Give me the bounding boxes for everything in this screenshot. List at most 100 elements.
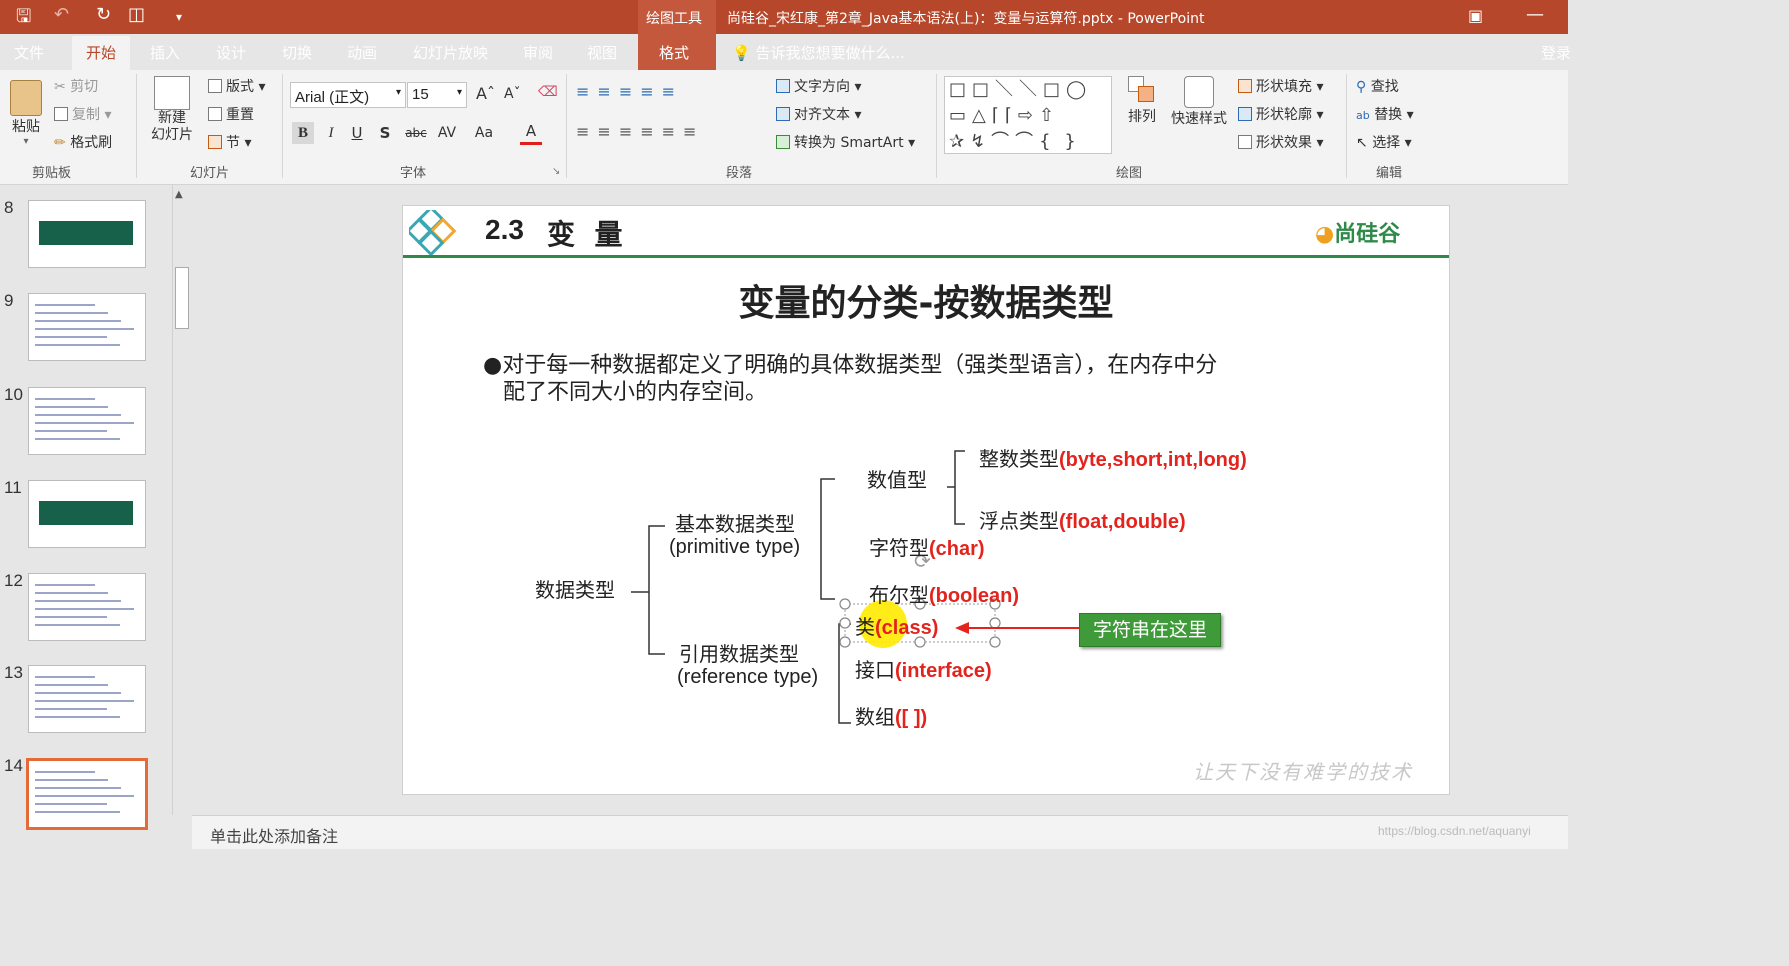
grow-font-icon[interactable]: Aˆ xyxy=(476,84,495,103)
thumbnail-text-line xyxy=(35,430,107,432)
clear-format-icon[interactable]: ⌫ xyxy=(538,84,558,100)
thumbnail-text-line xyxy=(35,584,95,586)
redo-icon[interactable]: ↻ xyxy=(96,4,111,25)
underline-button[interactable]: U xyxy=(346,122,368,144)
shape-fill-button[interactable]: 形状填充 ▾ xyxy=(1238,76,1323,96)
char-spacing-button[interactable]: AV xyxy=(432,122,462,144)
replace-label: 替换 xyxy=(1374,107,1403,123)
save-icon[interactable]: 🖫 xyxy=(16,4,31,34)
scissors-icon: ✂ xyxy=(54,79,66,95)
group-label-font: 字体 xyxy=(400,166,427,181)
smartart-label: 转换为 SmartArt xyxy=(794,135,904,151)
font-name-combo[interactable]: Arial (正文) ▾ xyxy=(290,82,406,108)
thumbnail-text-line xyxy=(35,312,108,314)
cut-button[interactable]: ✂ 剪切 xyxy=(54,76,98,96)
bold-button[interactable]: B xyxy=(292,122,314,144)
find-button[interactable]: ⚲ 查找 xyxy=(1356,76,1399,96)
tab-design[interactable]: 设计 xyxy=(216,42,246,63)
scroll-thumb[interactable] xyxy=(175,267,189,329)
change-case-button[interactable]: Aa xyxy=(470,122,498,144)
shrink-font-icon[interactable]: Aˇ xyxy=(504,86,521,102)
format-painter-button[interactable]: ✏ 格式刷 xyxy=(54,132,112,152)
undo-icon[interactable]: ↶ xyxy=(54,4,69,25)
dialog-launcher-icon[interactable]: ↘ xyxy=(552,166,560,177)
tab-review[interactable]: 审阅 xyxy=(523,42,553,63)
shape-outline-button[interactable]: 形状轮廓 ▾ xyxy=(1238,104,1323,124)
slide-canvas[interactable]: 2.3 变 量 ◕尚硅谷 变量的分类-按数据类型 ●对于每一种数据都定义了明确的… xyxy=(402,205,1450,795)
quick-styles-icon xyxy=(1184,76,1214,108)
slide-thumbnail[interactable] xyxy=(28,387,146,455)
shape-effects-button[interactable]: 形状效果 ▾ xyxy=(1238,132,1323,152)
reset-button[interactable]: 重置 xyxy=(208,104,254,124)
node-boolean: 布尔型(boolean) xyxy=(869,579,1019,608)
slide-thumbnail[interactable] xyxy=(28,480,146,548)
tab-home[interactable]: 开始 xyxy=(72,36,131,71)
separator xyxy=(282,74,283,178)
node-array: 数组([ ]) xyxy=(855,701,927,730)
layout-button[interactable]: 版式 ▾ xyxy=(208,76,265,96)
customize-qat-icon[interactable]: ▾ xyxy=(176,10,182,24)
ribbon-display-icon[interactable]: ▣ xyxy=(1468,6,1483,25)
list-buttons[interactable]: ≡≡≡≡≡ xyxy=(576,82,683,101)
slide-thumbnail[interactable] xyxy=(28,665,146,733)
italic-button[interactable]: I xyxy=(320,122,342,144)
tab-transitions[interactable]: 切换 xyxy=(282,42,312,63)
thumbnail-text-line xyxy=(35,616,107,618)
separator xyxy=(936,74,937,178)
new-slide-button[interactable]: 新建 幻灯片 xyxy=(144,76,200,144)
align-text-button[interactable]: 对齐文本 ▾ xyxy=(776,104,861,124)
scroll-up-icon[interactable]: ▲ xyxy=(175,189,183,200)
font-size-value: 15 xyxy=(412,86,429,103)
thumbnail-number: 12 xyxy=(4,571,23,590)
arrange-button[interactable]: 排列 xyxy=(1122,76,1162,126)
group-label-slides: 幻灯片 xyxy=(190,166,230,181)
slide-thumbnail[interactable] xyxy=(26,758,148,830)
thumbnail-text-line xyxy=(35,684,108,686)
tell-me-box[interactable]: 💡 告诉我您想要做什么... xyxy=(732,42,905,63)
thumbnail-scrollbar[interactable]: ▲ xyxy=(172,185,191,815)
signin-link[interactable]: 登录 xyxy=(1541,42,1571,63)
strikethrough-button[interactable]: abc xyxy=(402,122,430,144)
tab-insert[interactable]: 插入 xyxy=(150,42,180,63)
align-buttons[interactable]: ≡≡≡≡≡≡ xyxy=(576,122,704,141)
node-class[interactable]: 类(class) xyxy=(855,611,938,640)
thumbnail-number: 9 xyxy=(4,291,14,310)
minimize-icon[interactable]: — xyxy=(1526,4,1544,25)
fill-bucket-icon xyxy=(1238,79,1252,93)
tab-file[interactable]: 文件 xyxy=(14,42,44,63)
tab-animations[interactable]: 动画 xyxy=(347,42,377,63)
replace-button[interactable]: ab 替换 ▾ xyxy=(1356,104,1414,124)
shapes-gallery[interactable]: □□＼＼□◯ ▭△⌈⌈⇨⇧ ✰↯⌒⌒{ } xyxy=(944,76,1112,154)
find-label: 查找 xyxy=(1370,79,1399,95)
thumbnail-number: 8 xyxy=(4,198,14,217)
slide-thumbnail[interactable] xyxy=(28,200,146,268)
smartart-button[interactable]: 转换为 SmartArt ▾ xyxy=(776,132,915,152)
text-direction-button[interactable]: 文字方向 ▾ xyxy=(776,76,861,96)
callout-box[interactable]: 字符串在这里 xyxy=(1079,613,1221,647)
tab-view[interactable]: 视图 xyxy=(587,42,617,63)
copy-button[interactable]: 复制 ▾ xyxy=(54,104,111,124)
tab-slideshow[interactable]: 幻灯片放映 xyxy=(413,42,488,63)
quick-styles-button[interactable]: 快速样式 xyxy=(1168,76,1230,128)
present-icon[interactable]: ◫ xyxy=(128,4,145,25)
shadow-button[interactable]: S xyxy=(374,122,396,144)
notes-pane[interactable]: 单击此处添加备注 https://blog.csdn.net/aquanyi xyxy=(192,815,1568,849)
tab-format[interactable]: 格式 xyxy=(659,42,689,63)
slide-thumbnail[interactable] xyxy=(28,573,146,641)
cursor-icon: ↖ xyxy=(1356,135,1368,151)
thumbnail-text-line xyxy=(35,700,134,702)
paste-button[interactable]: 粘贴 ▾ xyxy=(8,80,44,147)
section-button[interactable]: 节 ▾ xyxy=(208,132,251,152)
font-size-combo[interactable]: 15 ▾ xyxy=(407,82,467,108)
font-color-button[interactable]: A xyxy=(520,120,542,145)
thumbnail-text-line xyxy=(35,344,120,346)
class-cn: 类 xyxy=(855,615,875,639)
chevron-down-icon: ▾ xyxy=(395,87,401,98)
paste-label: 粘贴 xyxy=(12,119,40,135)
thumbnail-text-line xyxy=(35,406,108,408)
ribbon-tabs: 文件 开始 插入 设计 切换 动画 幻灯片放映 审阅 视图 格式 💡 告诉我您想… xyxy=(0,34,1571,71)
select-button[interactable]: ↖ 选择 ▾ xyxy=(1356,132,1412,152)
thumbnail-number: 11 xyxy=(4,478,22,497)
slide-thumbnail[interactable] xyxy=(28,293,146,361)
group-label-paragraph: 段落 xyxy=(726,166,753,181)
